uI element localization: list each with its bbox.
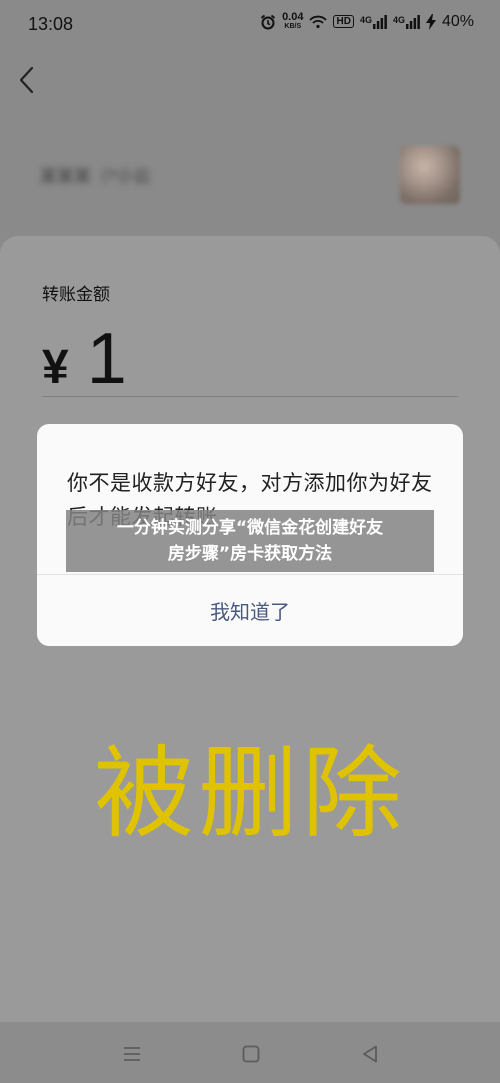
network-speed-value: 0.04 [282, 11, 304, 23]
square-icon [242, 1045, 260, 1063]
amount-value: 1 [86, 319, 127, 399]
system-nav-bar [0, 1022, 500, 1083]
signal-indicator-2: 4G [392, 14, 420, 29]
banner-line-2: 房步骤”房卡获取方法 [167, 544, 333, 564]
recipient-name: 某某某（*小云 [40, 167, 151, 187]
status-icons: 0.04 KB/S HD 4G 4G 40% [260, 12, 474, 31]
back-button[interactable] [14, 62, 42, 98]
home-button[interactable] [239, 1042, 263, 1066]
recent-apps-button[interactable] [120, 1042, 144, 1066]
currency-symbol: ¥ [42, 341, 69, 394]
hd-badge: HD [333, 15, 354, 28]
amount-label: 转账金额 [42, 285, 110, 305]
banner-line-1: 一分钟实测分享“微信金花创建好友 [116, 518, 384, 538]
battery-percent: 40% [441, 12, 474, 30]
recipient-avatar [400, 146, 460, 204]
amount-divider [42, 396, 458, 397]
signal-label-1: 4G [359, 14, 372, 25]
signal-label-2: 4G [392, 14, 405, 25]
alarm-icon [260, 14, 276, 29]
deleted-caption: 被删除 [94, 735, 406, 852]
dialog-ok-button[interactable]: 我知道了 [37, 575, 463, 646]
signal-bars-icon [405, 14, 420, 29]
back-nav-button[interactable] [358, 1042, 382, 1066]
wifi-icon [309, 15, 328, 28]
network-speed: 0.04 KB/S [282, 12, 303, 31]
amount-input[interactable]: ¥ 1 [42, 318, 127, 400]
chevron-left-icon [19, 66, 34, 94]
triangle-back-icon [363, 1045, 377, 1063]
charging-icon [425, 13, 436, 30]
menu-icon [124, 1047, 140, 1061]
recipient-row: 某某某（*小云 [40, 146, 460, 204]
overlay-banner: 一分钟实测分享“微信金花创建好友 房步骤”房卡获取方法 [66, 510, 434, 572]
signal-bars-icon [372, 14, 387, 29]
status-time: 13:08 [28, 14, 74, 34]
status-bar: 13:08 0.04 KB/S HD 4G 4G 40% [0, 0, 500, 52]
signal-indicator-1: 4G [359, 14, 387, 29]
network-speed-unit: KB/S [284, 23, 302, 30]
